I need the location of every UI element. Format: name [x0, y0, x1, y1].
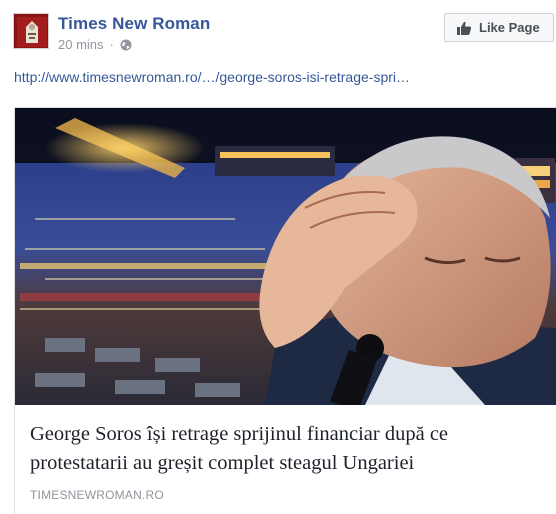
- meta-separator: ·: [109, 37, 114, 52]
- post-meta: 20 mins ·: [58, 37, 132, 52]
- protest-photo: [15, 108, 556, 405]
- avatar-logo-icon: [14, 14, 48, 48]
- like-page-label: Like Page: [479, 20, 540, 35]
- link-preview-image[interactable]: [15, 108, 556, 405]
- globe-icon[interactable]: [120, 39, 132, 51]
- thumbs-up-icon: [457, 21, 472, 35]
- page-name-link[interactable]: Times New Roman: [58, 14, 210, 34]
- link-preview-domain: TIMESNEWROMAN.RO: [30, 488, 164, 502]
- link-preview-card[interactable]: George Soros își retrage sprijinul finan…: [14, 107, 556, 514]
- post-timestamp[interactable]: 20 mins: [58, 37, 104, 52]
- facebook-post: Times New Roman 20 mins · Like Page http…: [0, 0, 556, 514]
- like-page-button[interactable]: Like Page: [444, 13, 554, 42]
- page-avatar[interactable]: [13, 13, 49, 49]
- shared-link-url[interactable]: http://www.timesnewroman.ro/…/george-sor…: [14, 69, 410, 85]
- link-preview-title[interactable]: George Soros își retrage sprijinul finan…: [30, 420, 545, 478]
